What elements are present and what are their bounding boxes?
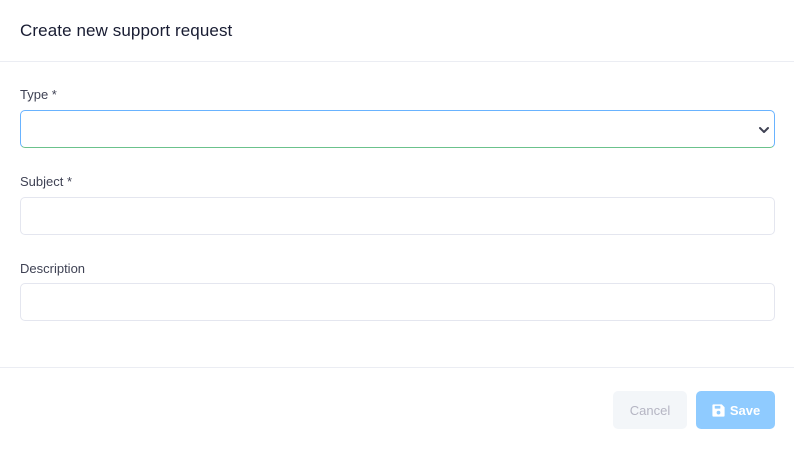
floppy-disk-icon	[712, 403, 725, 417]
modal-header: Create new support request	[0, 0, 794, 62]
subject-field-group: Subject *	[20, 173, 775, 235]
type-field-group: Type *	[20, 86, 775, 150]
subject-label: Subject *	[20, 174, 73, 189]
chevron-down-icon	[759, 127, 769, 133]
save-button[interactable]: Save	[696, 391, 775, 429]
support-request-modal: Create new support request Type * Subjec…	[0, 0, 794, 449]
type-label: Type *	[20, 87, 57, 102]
description-label: Description	[20, 261, 86, 276]
cancel-button-label: Cancel	[629, 402, 671, 418]
subject-input[interactable]	[20, 197, 775, 235]
modal-title: Create new support request	[20, 20, 233, 40]
type-select[interactable]	[20, 110, 775, 148]
modal-footer: Cancel Save	[0, 367, 794, 449]
modal-body: Type * Subject * Description	[0, 62, 794, 367]
description-input[interactable]	[20, 283, 775, 321]
description-field-group: Description	[20, 260, 775, 322]
save-button-label: Save	[729, 402, 761, 418]
cancel-button[interactable]: Cancel	[613, 391, 687, 429]
